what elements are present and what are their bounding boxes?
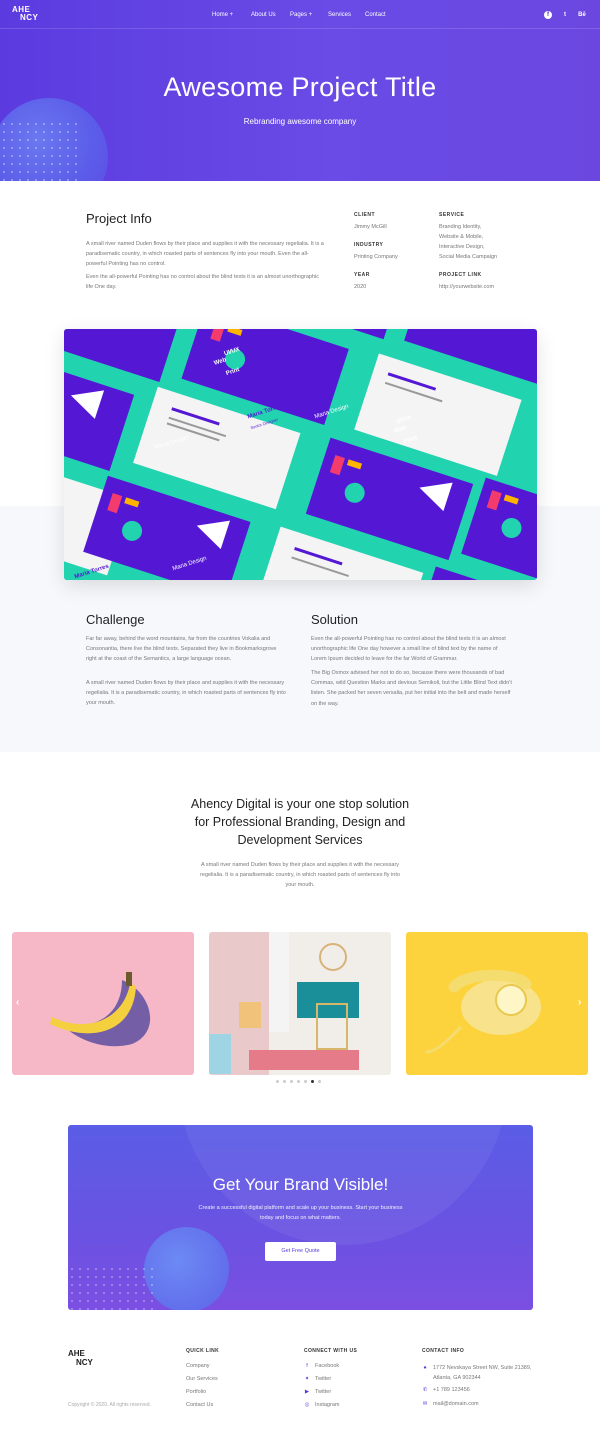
- carousel-dot[interactable]: [304, 1080, 307, 1083]
- email-icon: ✉: [422, 1401, 428, 1407]
- service-value-3: Interactive Design,: [439, 244, 485, 250]
- challenge-para-1: Far far away, behind the word mountains,…: [86, 636, 277, 663]
- facebook-icon: f: [306, 1363, 308, 1369]
- intro-heading: Ahency Digital is your one stop solution…: [190, 797, 410, 847]
- service-value-4: Social Media Campaign: [439, 254, 498, 260]
- footer-link-portfolio[interactable]: Portfolio: [186, 1389, 206, 1395]
- project-info-heading: Project Info: [86, 211, 152, 226]
- cta-text: Create a successful digital platform and…: [198, 1205, 403, 1221]
- instagram-icon: ◎: [304, 1402, 310, 1408]
- year-label: YEAR: [354, 272, 370, 278]
- page-title: Awesome Project Title: [163, 72, 437, 102]
- year-value: 2020: [354, 284, 367, 290]
- get-free-quote-button[interactable]: Get Free Quote: [265, 1242, 336, 1261]
- logo[interactable]: AHE NCY: [12, 6, 38, 22]
- footer-instagram[interactable]: ◎ Instagram: [304, 1402, 340, 1408]
- header-social: f t Bē: [544, 11, 586, 19]
- copyright: Copyright © 2020. All rights reserved.: [68, 1402, 151, 1408]
- cta-decor-dots: [68, 1265, 158, 1310]
- twitter-icon: ✦: [304, 1376, 310, 1382]
- cta-banner: Get Your Brand Visible! Create a success…: [68, 1125, 533, 1310]
- footer-facebook[interactable]: f Facebook: [304, 1363, 339, 1369]
- hero-section: AHE NCY Home + About Us Pages + Services …: [0, 0, 600, 181]
- footer-phone: ✆ +1 789 123456: [422, 1387, 470, 1393]
- industry-label: INDUSTRY: [354, 242, 384, 248]
- client-label: CLIENT: [354, 212, 376, 218]
- hero-decor-dots: [0, 120, 80, 181]
- page-subtitle: Rebranding awesome company: [243, 117, 357, 126]
- nav-contact[interactable]: Contact: [365, 12, 386, 18]
- service-value-2: Website & Mobile,: [439, 234, 484, 240]
- connect-title: CONNECT WITH US: [304, 1348, 358, 1354]
- twitter-icon[interactable]: t: [561, 11, 569, 19]
- challenge-para-2: A small river named Duden flows by their…: [86, 680, 286, 707]
- telephone-image: [425, 969, 541, 1054]
- quick-link-title: QUICK LINK: [186, 1348, 220, 1354]
- carousel-dot[interactable]: [290, 1080, 293, 1083]
- project-para-2: Even the all-powerful Pointing has no co…: [86, 274, 319, 291]
- industry-value: Printing Company: [354, 254, 398, 260]
- carousel-dot[interactable]: [297, 1080, 300, 1083]
- slide-banana[interactable]: [12, 932, 194, 1075]
- carousel-dot[interactable]: [318, 1080, 321, 1083]
- client-value: Jimmy McGill: [354, 224, 387, 230]
- carousel-dot[interactable]: [283, 1080, 286, 1083]
- carousel-dot-active[interactable]: [311, 1080, 314, 1083]
- carousel-dot[interactable]: [276, 1080, 279, 1083]
- slide-interior[interactable]: [209, 932, 391, 1075]
- footer-twitter[interactable]: ✦ Twitter: [304, 1376, 332, 1382]
- footer-email[interactable]: ✉ mail@domain.com: [422, 1401, 479, 1407]
- footer-link-company[interactable]: Company: [186, 1363, 210, 1369]
- service-label: SERVICE: [439, 212, 465, 218]
- nav-services[interactable]: Services: [328, 12, 351, 18]
- carousel-prev-arrow[interactable]: ‹: [16, 997, 19, 1008]
- footer-address: ● 1772 Nevskaya Street NW, Suite 21389, A…: [423, 1365, 532, 1381]
- nav-pages[interactable]: Pages +: [290, 12, 312, 18]
- youtube-icon: ▶: [304, 1389, 310, 1395]
- facebook-icon[interactable]: f: [544, 11, 552, 19]
- carousel-dots: [276, 1080, 321, 1083]
- location-pin-icon: ●: [423, 1365, 427, 1371]
- project-link-label: PROJECT LINK: [439, 272, 482, 278]
- footer-link-services[interactable]: Our Services: [186, 1376, 218, 1382]
- project-para-1: A small river named Duden flows by their…: [86, 241, 324, 268]
- carousel-next-arrow[interactable]: ›: [578, 997, 581, 1008]
- interior-image: [209, 932, 359, 1075]
- solution-para-2: The Big Oxmox advised her not to do so, …: [311, 670, 512, 707]
- intro-text: A small river named Duden flows by their…: [200, 862, 400, 889]
- service-value-1: Branding Identity,: [439, 224, 482, 230]
- header-divider: [0, 28, 600, 29]
- solution-para-1: Even the all-powerful Pointing has no co…: [311, 636, 506, 663]
- behance-icon[interactable]: Bē: [578, 11, 586, 19]
- footer-link-contact[interactable]: Contact Us: [186, 1402, 213, 1408]
- project-mockup-image: Maria Design Maria Design Maria Design M…: [64, 329, 537, 580]
- project-link[interactable]: http://yourwebsite.com: [439, 282, 494, 292]
- cta-title: Get Your Brand Visible!: [212, 1175, 389, 1194]
- business-cards-illustration: [64, 329, 537, 580]
- solution-heading: Solution: [311, 612, 358, 627]
- challenge-heading: Challenge: [86, 612, 145, 627]
- phone-icon: ✆: [422, 1387, 428, 1393]
- contact-info-title: CONTACT INFO: [422, 1348, 465, 1354]
- banana-image: [50, 972, 151, 1047]
- nav-about[interactable]: About Us: [251, 12, 276, 18]
- slide-telephone[interactable]: [406, 932, 588, 1075]
- footer-youtube[interactable]: ▶ Twitter: [304, 1389, 331, 1395]
- footer-logo[interactable]: AHE NCY: [68, 1349, 93, 1367]
- nav-home[interactable]: Home +: [212, 12, 233, 18]
